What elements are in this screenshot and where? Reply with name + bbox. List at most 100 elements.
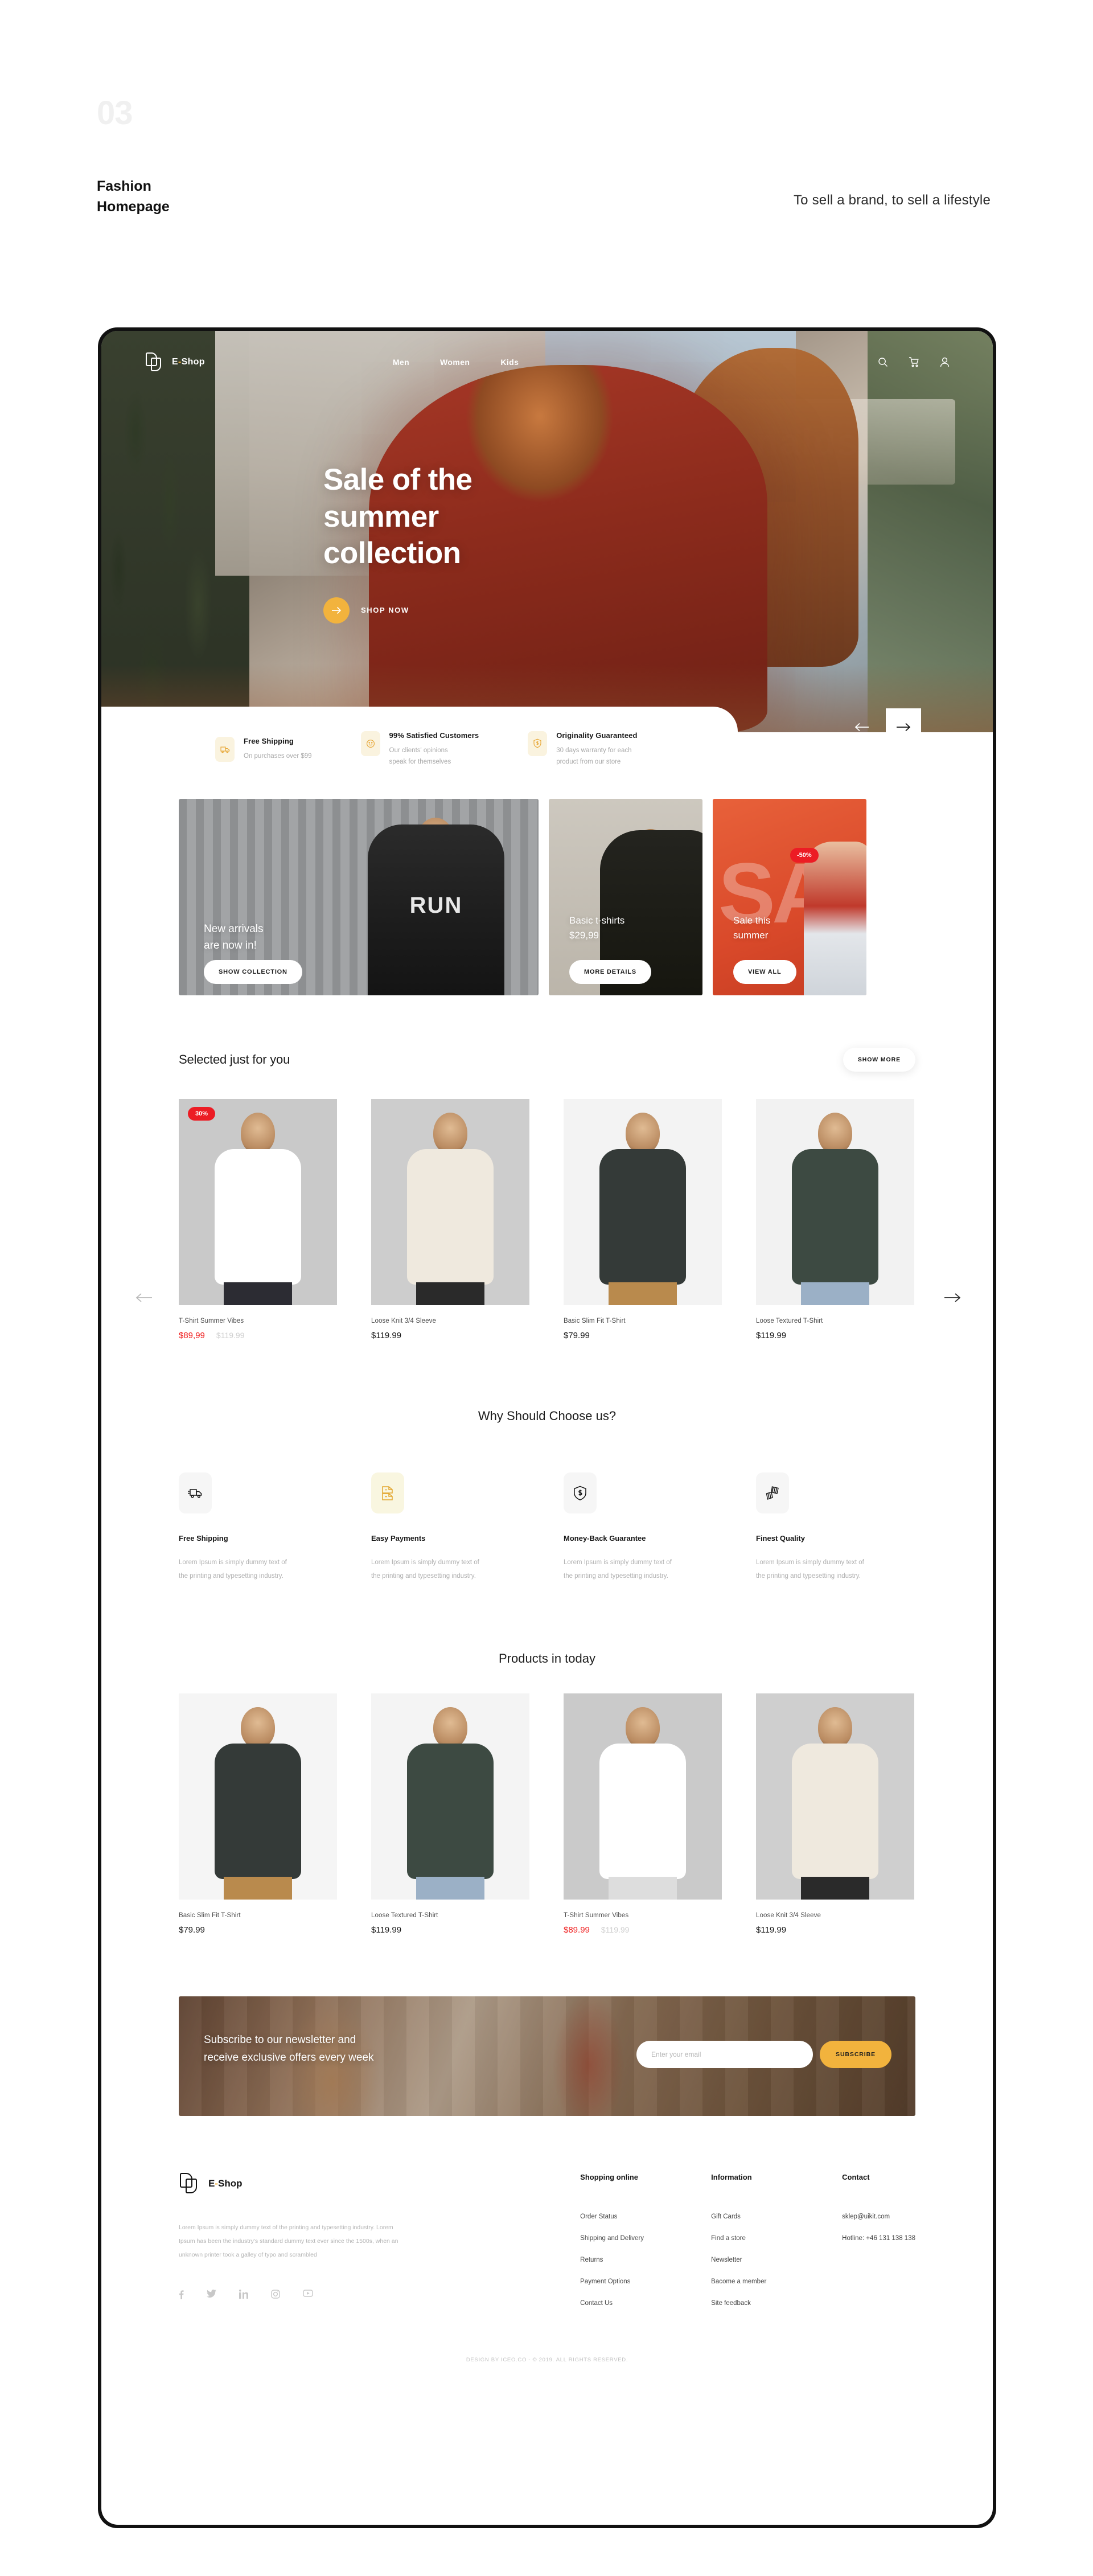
category-card-basic-tshirts[interactable]: Basic t-shirts $29,99 MORE DETAILS <box>549 799 702 995</box>
nav-links: Men Women Kids <box>393 358 519 367</box>
newsletter-line2: receive exclusive offers every week <box>204 2051 374 2064</box>
hero-slider-nav <box>850 708 921 746</box>
product-photo <box>756 1693 914 1900</box>
category-card-sale[interactable]: SAL -50% Sale this summer VIEW ALL <box>713 799 866 995</box>
selected-products-row: 30% T-Shirt Summer Vibes $89,99 $119.99 L… <box>101 1099 993 1340</box>
feature-item: 99% Satisfied Customers Our clients' opi… <box>360 731 479 768</box>
footer-link[interactable]: Shipping and Delivery <box>580 2235 711 2242</box>
product-card[interactable]: Basic Slim Fit T-Shirt $79.99 <box>179 1693 337 1935</box>
why-item-title: Free Shipping <box>179 1534 228 1543</box>
product-prices: $79.99 <box>179 1925 337 1935</box>
product-image <box>371 1693 529 1900</box>
product-prices: $119.99 <box>756 1925 914 1935</box>
hero-prev-button[interactable] <box>850 716 873 739</box>
product-card[interactable]: Loose Knit 3/4 Sleeve $119.99 <box>371 1099 529 1340</box>
discount-badge: 30% <box>188 1107 216 1121</box>
footer-link[interactable]: Gift Cards <box>711 2213 842 2220</box>
product-price: $79.99 <box>179 1925 205 1935</box>
products-next-button[interactable] <box>944 1293 961 1306</box>
hero-heading-line3: collection <box>323 536 461 571</box>
product-name: T-Shirt Summer Vibes <box>564 1912 629 1919</box>
product-card[interactable]: Loose Knit 3/4 Sleeve $119.99 <box>756 1693 914 1935</box>
product-card[interactable]: Loose Textured T-Shirt $119.99 <box>756 1099 914 1340</box>
subscribe-button[interactable]: SUBSCRIBE <box>820 2041 891 2069</box>
footer-logo-text: E-Shop <box>208 2178 243 2189</box>
product-name: Basic Slim Fit T-Shirt <box>564 1318 626 1324</box>
footer-link[interactable]: sklep@uikit.com <box>842 2213 915 2220</box>
product-card[interactable]: Basic Slim Fit T-Shirt $79.99 <box>564 1099 722 1340</box>
product-price: $119.99 <box>371 1331 402 1340</box>
newsletter-banner: Subscribe to our newsletter and receive … <box>179 1996 915 2116</box>
category-card-new-arrivals[interactable]: New arrivals are now in! SHOW COLLECTION <box>179 799 539 995</box>
footer-link[interactable]: Find a store <box>711 2235 842 2242</box>
user-icon[interactable] <box>940 357 950 367</box>
cart-icon[interactable] <box>909 357 919 367</box>
shop-now-button[interactable]: SHOP NOW <box>323 597 472 624</box>
why-item-title: Money-Back Guarantee <box>564 1534 646 1543</box>
badge-dollar-icon <box>528 731 548 756</box>
twitter-icon[interactable] <box>207 2289 216 2299</box>
why-choose-item: Money-Back Guarantee Lorem Ipsum is simp… <box>564 1472 723 1583</box>
email-input[interactable] <box>636 2041 813 2069</box>
footer-brand: E-Shop Lorem Ipsum is simply dummy text … <box>179 2173 475 2321</box>
footer-column: Information Gift Cards Find a store Newsle… <box>711 2173 842 2321</box>
product-prices: $119.99 <box>371 1925 529 1935</box>
product-name: Basic Slim Fit T-Shirt <box>179 1912 241 1919</box>
products-prev-button[interactable] <box>135 1293 153 1306</box>
why-choose-item: Easy Payments Lorem Ipsum is simply dumm… <box>371 1472 531 1583</box>
show-collection-button[interactable]: SHOW COLLECTION <box>204 960 302 984</box>
slide-number: 03 <box>97 95 133 132</box>
footer-link[interactable]: Bacome a member <box>711 2278 842 2285</box>
product-price: $119.99 <box>756 1331 787 1340</box>
more-details-button[interactable]: MORE DETAILS <box>569 960 651 984</box>
card-copy: Basic t-shirts $29,99 <box>569 913 624 943</box>
product-card[interactable]: Loose Textured T-Shirt $119.99 <box>371 1693 529 1935</box>
footer-link[interactable]: Site feedback <box>711 2300 842 2307</box>
youtube-icon[interactable] <box>303 2289 313 2299</box>
footer: E-Shop Lorem Ipsum is simply dummy text … <box>101 2116 993 2321</box>
search-icon[interactable] <box>878 357 888 367</box>
product-name: Loose Textured T-Shirt <box>756 1318 823 1324</box>
smile-icon <box>360 731 380 756</box>
logo[interactable]: E-Shop <box>145 352 205 372</box>
why-item-text: Lorem Ipsum is simply dummy text of the p… <box>756 1559 864 1580</box>
page-title: Fashion Homepage <box>97 177 170 217</box>
product-name: Loose Knit 3/4 Sleeve <box>756 1912 821 1919</box>
product-card[interactable]: 30% T-Shirt Summer Vibes $89,99 $119.99 <box>179 1099 337 1340</box>
product-prices: $79.99 <box>564 1331 722 1340</box>
nav-link-kids[interactable]: Kids <box>500 358 519 367</box>
why-choose-title: Why Should Choose us? <box>478 1409 617 1423</box>
why-choose-item: Free Shipping Lorem Ipsum is simply dumm… <box>179 1472 338 1583</box>
feature-sub1: 30 days warranty for each <box>556 746 632 754</box>
instagram-icon[interactable] <box>271 2289 280 2299</box>
footer-link[interactable]: Order Status <box>580 2213 711 2220</box>
why-item-title: Easy Payments <box>371 1534 426 1543</box>
feature-sub2: speak for themselves <box>389 758 451 765</box>
why-choose-item: Finest Quality Lorem Ipsum is simply dum… <box>756 1472 915 1583</box>
product-old-price: $119.99 <box>216 1331 245 1340</box>
product-prices: $119.99 <box>371 1331 529 1340</box>
product-card[interactable]: T-Shirt Summer Vibes $89.99 $119.99 <box>564 1693 722 1935</box>
footer-about-text: Lorem Ipsum is simply dummy text of the … <box>179 2224 398 2259</box>
product-name: T-Shirt Summer Vibes <box>179 1318 244 1324</box>
footer-logo[interactable]: E-Shop <box>179 2173 475 2194</box>
product-prices: $89.99 $119.99 <box>564 1925 722 1935</box>
footer-link[interactable]: Hotline: +46 131 138 138 <box>842 2235 915 2242</box>
newsletter-line1: Subscribe to our newsletter and <box>204 2034 356 2046</box>
product-name: Loose Knit 3/4 Sleeve <box>371 1318 436 1324</box>
footer-link[interactable]: Contact Us <box>580 2300 711 2307</box>
facebook-icon[interactable] <box>179 2290 184 2299</box>
footer-link[interactable]: Newsletter <box>711 2257 842 2263</box>
show-more-button[interactable]: SHOW MORE <box>843 1048 915 1072</box>
linkedin-icon[interactable] <box>239 2289 248 2299</box>
feature-title: Originality Guaranteed <box>556 731 638 740</box>
hero-heading: Sale of the summer collection <box>323 462 472 572</box>
footer-link[interactable]: Returns <box>580 2257 711 2263</box>
hero-next-button[interactable] <box>886 708 921 746</box>
footer-link[interactable]: Payment Options <box>580 2278 711 2285</box>
view-all-button[interactable]: VIEW ALL <box>733 960 796 984</box>
payments-icon <box>371 1472 404 1513</box>
feature-item: Free Shipping On purchases over $99 <box>215 736 312 762</box>
nav-link-men[interactable]: Men <box>393 358 409 367</box>
nav-link-women[interactable]: Women <box>440 358 470 367</box>
